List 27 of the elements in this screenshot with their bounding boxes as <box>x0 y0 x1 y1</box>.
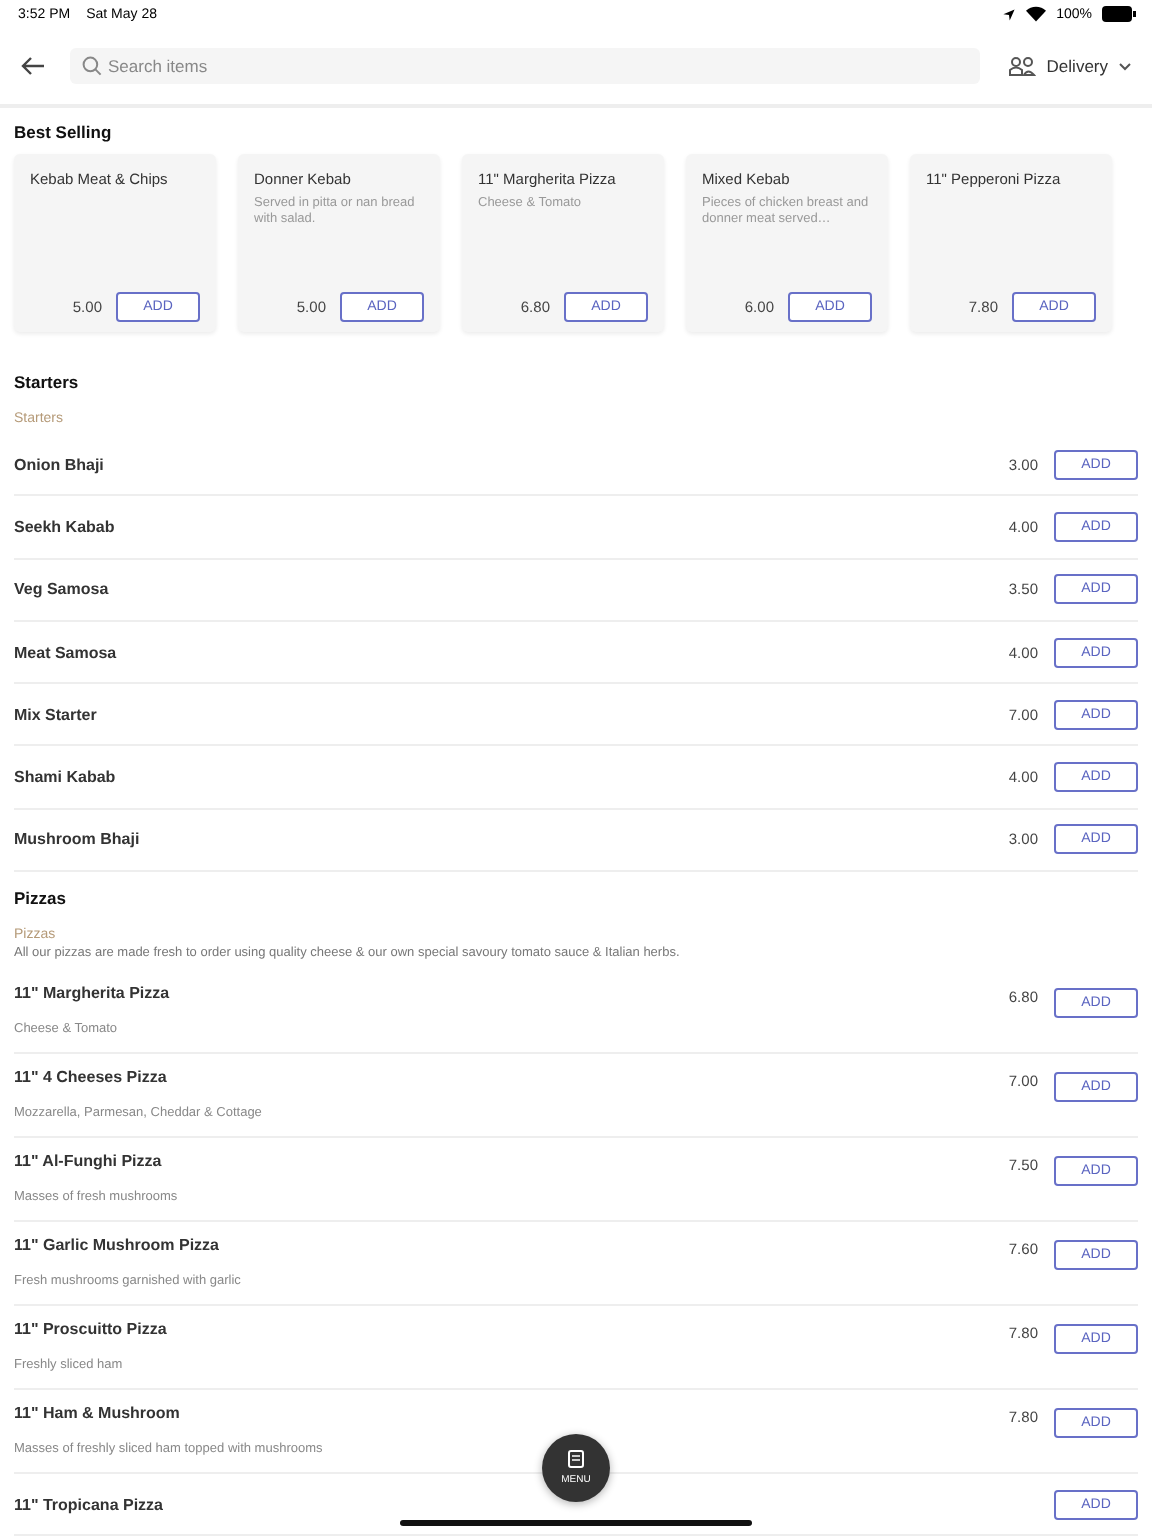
search-icon <box>82 56 102 76</box>
section-title: Best Selling <box>14 122 114 142</box>
item-name: Mushroom Bhaji <box>14 830 140 849</box>
item-name: 11" 4 Cheeses Pizza <box>14 1068 167 1087</box>
chevron-down-icon <box>1118 61 1132 71</box>
item-name: 11" Tropicana Pizza <box>14 1495 163 1514</box>
item-name: Onion Bhaji <box>14 455 104 474</box>
section-title: Starters <box>14 372 81 392</box>
wifi-icon <box>1026 6 1047 22</box>
item-name: 11" Garlic Mushroom Pizza <box>14 1236 219 1255</box>
battery-icon <box>1102 6 1136 22</box>
item-name: Mix Starter <box>14 705 97 724</box>
section-title: Pizzas <box>14 888 68 909</box>
delivery-dropdown[interactable]: Delivery <box>1008 56 1132 76</box>
item-name: 11" Margherita Pizza <box>14 984 170 1003</box>
back-arrow-icon[interactable] <box>20 56 46 76</box>
item-name: 11" Al-Funghi Pizza <box>14 1152 162 1171</box>
item-name: 11" Ham & Mushroom <box>14 1404 180 1423</box>
search-field[interactable]: Search items <box>70 48 981 84</box>
people-icon <box>1008 56 1037 76</box>
location-icon <box>1002 7 1017 21</box>
item-name: 11" Proscuitto Pizza <box>14 1320 167 1339</box>
item-name: Meat Samosa <box>14 643 117 662</box>
item-name: Veg Samosa <box>14 580 109 599</box>
document-icon <box>568 1450 584 1468</box>
item-name: Shami Kabab <box>14 768 116 787</box>
item-name: Seekh Kabab <box>14 517 115 536</box>
